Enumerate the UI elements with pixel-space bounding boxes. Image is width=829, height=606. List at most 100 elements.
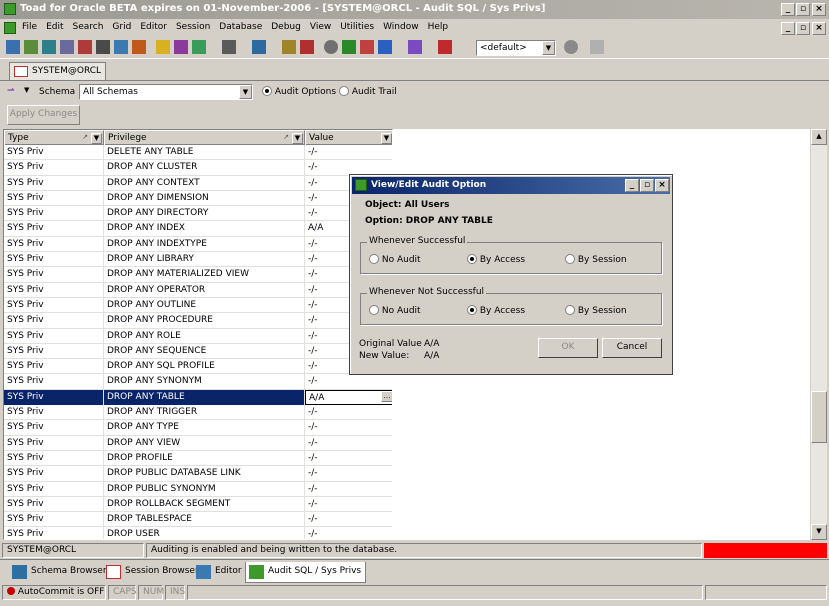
restore-window-button[interactable]: ▫ — [796, 3, 810, 16]
table-row[interactable]: SYS Priv DROP ANY SEQUENCE -/- — [4, 343, 392, 360]
ellipsis-icon[interactable]: … — [381, 390, 392, 402]
tab-schema-browser[interactable]: Schema Browser — [9, 562, 111, 583]
dialog-maximize-button[interactable]: ▫ — [640, 179, 654, 192]
schema-browser-icon[interactable] — [42, 40, 56, 54]
session-browser-icon[interactable] — [60, 40, 74, 54]
script-manager-icon[interactable] — [282, 40, 296, 54]
column-filter-icon[interactable]: ▼ — [91, 133, 102, 144]
back-icon[interactable] — [408, 40, 422, 54]
table-row[interactable]: SYS Priv DROP TABLESPACE -/- — [4, 512, 392, 528]
menu-editor[interactable]: Editor — [140, 22, 167, 32]
table-row[interactable]: SYS Priv DROP ANY TABLE A/A… — [4, 389, 392, 406]
value-cell[interactable]: A/A — [305, 389, 392, 405]
value-cell[interactable]: -/- — [305, 420, 392, 435]
dialog-title-bar[interactable]: View/Edit Audit Option _ ▫ × — [352, 177, 670, 194]
value-cell[interactable]: -/- — [305, 512, 392, 527]
privileges-grid[interactable]: Type ↗ ▼ Privilege ↗ ▼ Value ▼ SYS Priv D… — [3, 129, 393, 540]
scroll-thumb[interactable] — [811, 391, 827, 443]
value-cell[interactable]: -/- — [305, 374, 392, 389]
compare-icon[interactable] — [114, 40, 128, 54]
table-row[interactable]: SYS Priv DROP ANY TRIGGER -/- — [4, 405, 392, 421]
value-cell[interactable]: -/- — [305, 145, 392, 160]
minimize-window-button[interactable]: _ — [781, 3, 795, 16]
new-connection-icon[interactable] — [6, 40, 20, 54]
table-row[interactable]: SYS Priv DROP ANY DIMENSION -/- — [4, 190, 392, 207]
menu-grid[interactable]: Grid — [112, 22, 131, 32]
globe-icon[interactable] — [564, 40, 578, 54]
table-row[interactable]: SYS Priv DROP ANY DIRECTORY -/- — [4, 206, 392, 222]
explain-plan-icon[interactable] — [78, 40, 92, 54]
failure-by-session-radio[interactable]: By Session — [565, 305, 627, 316]
dialog-close-button[interactable]: × — [655, 179, 669, 192]
chevron-down-icon[interactable]: ▼ — [542, 41, 555, 55]
column-filter-icon[interactable]: ▼ — [381, 133, 392, 144]
table-row[interactable]: SYS Priv DELETE ANY TABLE -/- — [4, 145, 392, 161]
tab-editor[interactable]: Editor — [193, 562, 246, 583]
table-row[interactable]: SYS Priv DROP PUBLIC DATABASE LINK -/- — [4, 466, 392, 482]
clock-icon[interactable] — [324, 40, 338, 54]
chevron-down-icon[interactable]: ▼ — [239, 85, 252, 99]
audit-options-radio[interactable]: Audit Options — [262, 86, 336, 97]
profile-select[interactable]: <default> ▼ — [476, 40, 556, 56]
menu-session[interactable]: Session — [176, 22, 210, 32]
table-row[interactable]: SYS Priv DROP ANY MATERIALIZED VIEW -/- — [4, 267, 392, 283]
project-manager-icon[interactable] — [156, 40, 170, 54]
menu-debug[interactable]: Debug — [271, 22, 301, 32]
table-row[interactable]: SYS Priv DROP ROLLBACK SEGMENT -/- — [4, 496, 392, 513]
success-by-access-radio[interactable]: By Access — [467, 254, 525, 265]
debugger-icon[interactable] — [222, 40, 236, 54]
value-cell[interactable]: -/- — [305, 497, 392, 512]
value-cell[interactable]: -/- — [305, 436, 392, 451]
autocommit-panel[interactable]: AutoCommit is OFF — [2, 585, 106, 600]
reports-icon[interactable] — [174, 40, 188, 54]
stop-icon[interactable] — [438, 40, 452, 54]
minimize-child-button[interactable]: _ — [781, 22, 795, 35]
restore-child-button[interactable]: ▫ — [796, 22, 810, 35]
table-row[interactable]: SYS Priv DROP ANY TYPE -/- — [4, 420, 392, 436]
success-no-audit-radio[interactable]: No Audit — [369, 254, 421, 265]
tab-audit-sql[interactable]: Audit SQL / Sys Privs — [245, 562, 367, 583]
table-row[interactable]: SYS Priv DROP ANY OUTLINE -/- — [4, 297, 392, 314]
apply-changes-button[interactable]: Apply Changes — [7, 105, 80, 125]
menu-window[interactable]: Window — [383, 22, 419, 32]
star-icon[interactable] — [342, 40, 356, 54]
scroll-down-icon[interactable]: ▼ — [811, 524, 827, 540]
column-header-value[interactable]: Value ▼ — [305, 130, 392, 145]
sql-editor-icon[interactable] — [24, 40, 38, 54]
tools-icon[interactable] — [96, 40, 110, 54]
help-pointer-icon[interactable] — [590, 40, 604, 54]
audit-icon[interactable] — [300, 40, 314, 54]
table-row[interactable]: SYS Priv DROP ANY ROLE -/- — [4, 328, 392, 344]
table-row[interactable]: SYS Priv DROP ANY INDEX A/A — [4, 221, 392, 237]
menu-view[interactable]: View — [310, 22, 331, 32]
menu-edit[interactable]: Edit — [46, 22, 63, 32]
value-cell[interactable]: -/- — [305, 405, 392, 420]
failure-no-audit-radio[interactable]: No Audit — [369, 305, 421, 316]
close-child-button[interactable]: × — [812, 22, 826, 35]
export-icon[interactable] — [132, 40, 146, 54]
upload-icon[interactable] — [360, 40, 374, 54]
dialog-minimize-button[interactable]: _ — [625, 179, 639, 192]
column-filter-icon[interactable]: ▼ — [292, 133, 303, 144]
table-row[interactable]: SYS Priv DROP ANY LIBRARY -/- — [4, 252, 392, 268]
download-icon[interactable] — [378, 40, 392, 54]
table-row[interactable]: SYS Priv DROP ANY SQL PROFILE -/- — [4, 359, 392, 375]
audit-trail-radio[interactable]: Audit Trail — [339, 86, 397, 97]
cancel-button[interactable]: Cancel — [602, 338, 662, 358]
success-by-session-radio[interactable]: By Session — [565, 254, 627, 265]
table-row[interactable]: SYS Priv DROP ANY VIEW -/- — [4, 435, 392, 451]
failure-by-access-radio[interactable]: By Access — [467, 305, 525, 316]
table-row[interactable]: SYS Priv DROP ANY OPERATOR -/- — [4, 282, 392, 298]
table-row[interactable]: SYS Priv DROP ANY SYNONYM -/- — [4, 374, 392, 390]
value-cell[interactable]: -/- — [305, 482, 392, 497]
value-cell[interactable]: -/- — [305, 451, 392, 466]
scroll-up-icon[interactable]: ▲ — [811, 129, 827, 145]
table-row[interactable]: SYS Priv DROP ANY PROCEDURE -/- — [4, 313, 392, 329]
close-window-button[interactable]: × — [812, 3, 826, 16]
ok-button[interactable]: OK — [538, 338, 598, 358]
column-header-privilege[interactable]: Privilege ↗ ▼ — [104, 130, 305, 145]
menu-search[interactable]: Search — [73, 22, 104, 32]
menu-file[interactable]: File — [22, 22, 37, 32]
menu-utilities[interactable]: Utilities — [340, 22, 374, 32]
table-row[interactable]: SYS Priv DROP ANY CLUSTER -/- — [4, 160, 392, 176]
